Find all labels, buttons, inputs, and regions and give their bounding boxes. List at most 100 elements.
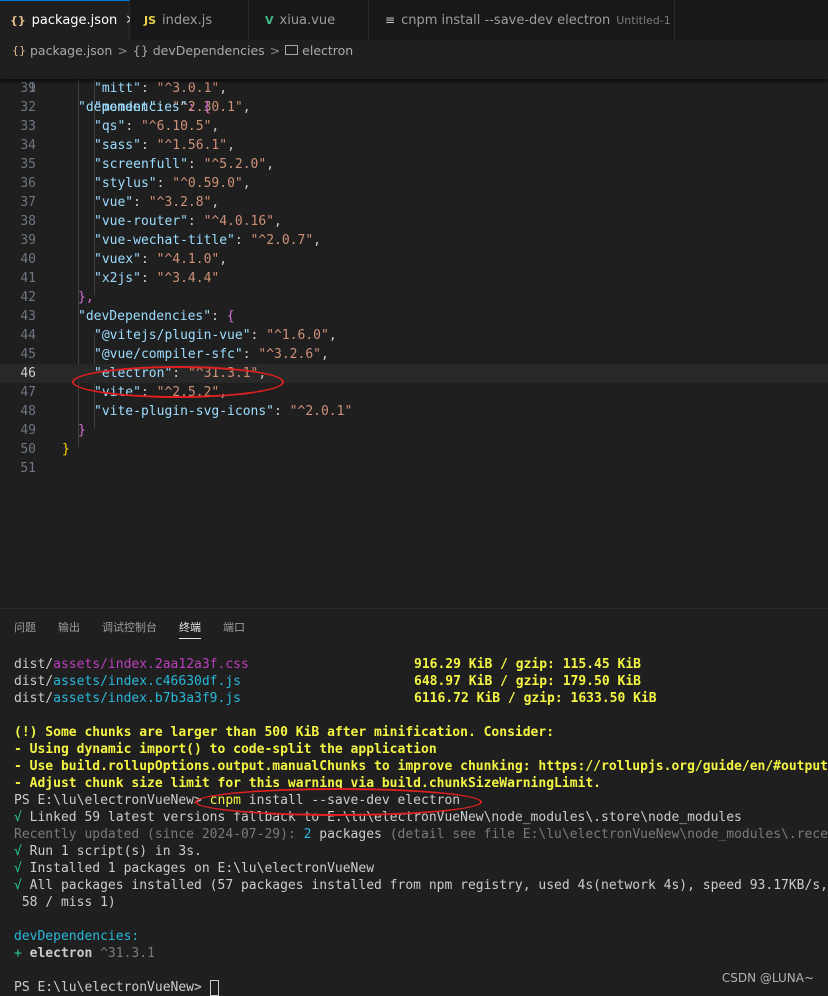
tab-label: package.json — [31, 13, 118, 28]
json-value: "^2.0.1" — [289, 404, 353, 419]
json-punct: , — [227, 138, 235, 153]
json-colon: : — [140, 138, 157, 153]
code-line[interactable]: 31 "mitt": "^3.0.1", — [0, 79, 828, 98]
code-line[interactable]: 50} — [0, 440, 828, 459]
json-key: "screenfull" — [94, 157, 188, 172]
code-line[interactable]: 41 "x2js": "^3.4.4" — [0, 269, 828, 288]
json-punct: , — [219, 81, 228, 96]
json-punct: , — [328, 328, 337, 343]
vue-file-icon: V — [265, 13, 274, 27]
json-punct: , — [211, 119, 220, 134]
check-icon: √ — [14, 844, 22, 859]
code-line[interactable]: 51 — [0, 459, 828, 478]
json-key: "mitt" — [94, 81, 141, 96]
code-line[interactable]: 36 "stylus": "^0.59.0", — [0, 174, 828, 193]
code-line[interactable]: 34 "sass": "^1.56.1", — [0, 136, 828, 155]
terminal-warning-line: - Adjust chunk size limit for this warni… — [14, 776, 601, 791]
json-key: "x2js" — [94, 271, 141, 286]
object-icon: {} — [132, 42, 149, 58]
json-key: "devDependencies" — [78, 309, 212, 324]
code-line[interactable]: 37 "vue": "^3.2.8", — [0, 193, 828, 212]
tab-output[interactable]: 输出 — [58, 616, 80, 638]
json-brace: } — [62, 442, 70, 457]
line-number: 47 — [20, 385, 36, 400]
code-line[interactable]: 45 "@vue/compiler-sfc": "^3.2.6", — [0, 345, 828, 364]
sticky-scroll-header[interactable]: 9 "dependencies": { — [0, 60, 828, 115]
json-colon: : — [187, 157, 204, 172]
red-highlight-circle — [195, 788, 482, 816]
terminal-line: dist/assets/index.b7b3a3f9.js 6116.72 KiB… — [14, 691, 657, 706]
json-key: "qs" — [94, 119, 126, 134]
json-colon: : — [242, 347, 259, 362]
breadcrumb: {} package.json > {} devDependencies > e… — [0, 40, 828, 60]
code-line[interactable]: 38 "vue-router": "^4.0.16", — [0, 212, 828, 231]
line-number: 51 — [20, 461, 36, 476]
tab-untitled-1[interactable]: ≡ cnpm install --save-dev electron Untit… — [369, 0, 675, 40]
json-key: "dependencies" — [78, 100, 188, 115]
string-field-icon — [285, 45, 299, 55]
json-colon: : — [140, 81, 157, 96]
tab-index-js[interactable]: JS index.js — [130, 0, 249, 40]
line-number: 9 — [28, 81, 36, 96]
line-number: 46 — [20, 366, 36, 381]
json-file-icon: {} — [10, 14, 26, 27]
code-line[interactable]: 49} — [0, 421, 828, 440]
tab-package-json[interactable]: {} package.json ✕ — [0, 0, 136, 40]
tab-label: cnpm install --save-dev electron — [401, 12, 611, 28]
json-value: "^0.59.0" — [172, 176, 243, 191]
code-line[interactable]: 48 "vite-plugin-svg-icons": "^2.0.1" — [0, 402, 828, 421]
red-highlight-circle — [72, 366, 284, 398]
line-number: 41 — [20, 271, 36, 286]
tab-xiua-vue[interactable]: V xiua.vue — [249, 0, 369, 40]
terminal-line: + electron ^31.3.1 — [14, 946, 155, 961]
json-colon: : — [140, 252, 157, 267]
code-line[interactable]: 40 "vuex": "^4.1.0", — [0, 250, 828, 269]
terminal-line: dist/assets/index.2aa12a3f.css 916.29 KiB… — [14, 657, 641, 672]
json-punct: , — [219, 252, 228, 267]
check-icon: √ — [14, 810, 22, 825]
code-line[interactable]: 33 "qs": "^6.10.5", — [0, 117, 828, 136]
code-line[interactable]: 42}, — [0, 288, 828, 307]
terminal-line: devDependencies: — [14, 929, 140, 944]
json-value: "^3.0.1" — [156, 81, 220, 96]
tab-ports[interactable]: 端口 — [223, 616, 245, 638]
check-icon: √ — [14, 878, 22, 893]
terminal-prompt-line: PS E:\lu\electronVueNew> — [14, 979, 828, 996]
terminal-output[interactable]: dist/assets/index.2aa12a3f.css 916.29 KiB… — [14, 656, 828, 996]
json-punct: , — [321, 347, 329, 362]
breadcrumb-file[interactable]: package.json — [30, 43, 112, 58]
line-number: 38 — [20, 214, 36, 229]
tab-label: xiua.vue — [279, 12, 336, 28]
breadcrumb-section[interactable]: devDependencies — [153, 43, 265, 58]
panel-tab-bar: 问题 输出 调试控制台 终端 端口 — [0, 609, 828, 645]
json-colon: : — [211, 309, 227, 324]
terminal-warning-line: (!) Some chunks are larger than 500 KiB … — [14, 725, 555, 740]
line-number: 48 — [20, 404, 36, 419]
code-line[interactable]: 35 "screenfull": "^5.2.0", — [0, 155, 828, 174]
code-editor[interactable]: 9 "dependencies": { 31 "mitt": "^3.0.1", 3… — [0, 60, 828, 608]
tab-label: index.js — [162, 12, 213, 28]
json-punct: { — [226, 309, 235, 324]
line-number: 35 — [20, 157, 36, 172]
code-line[interactable]: 44 "@vitejs/plugin-vue": "^1.6.0", — [0, 326, 828, 345]
chevron-right-icon: > — [269, 42, 281, 58]
json-key: "stylus" — [94, 176, 157, 191]
line-number: 44 — [20, 328, 36, 343]
json-key: "vue-wechat-title" — [94, 233, 235, 248]
line-number: 49 — [20, 423, 36, 438]
code-line[interactable]: 39 "vue-wechat-title": "^2.0.7", — [0, 231, 828, 250]
tab-terminal[interactable]: 终端 — [179, 616, 201, 639]
tab-debug-console[interactable]: 调试控制台 — [102, 616, 157, 638]
check-icon: √ — [14, 861, 22, 876]
breadcrumb-item[interactable]: electron — [302, 43, 353, 58]
json-value: "^3.2.6" — [258, 347, 321, 362]
json-file-icon: {} — [12, 43, 26, 57]
json-colon: : — [234, 233, 251, 248]
json-colon: : — [250, 328, 267, 343]
code-line[interactable]: 43 "devDependencies": { — [0, 307, 828, 326]
tab-problems[interactable]: 问题 — [14, 616, 36, 638]
json-punct: , — [242, 100, 251, 115]
